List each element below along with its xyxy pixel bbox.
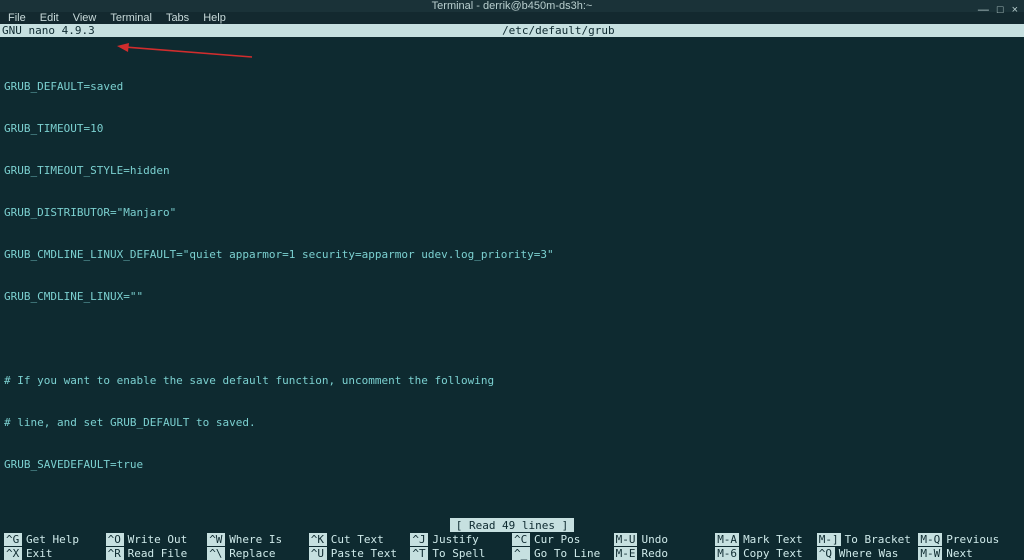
shortcut-key: M-U: [614, 533, 638, 546]
shortcut-label: Cur Pos: [534, 533, 580, 546]
shortcut-paste-text: ^U Paste Text: [309, 546, 411, 560]
shortcut-label: Get Help: [26, 533, 79, 546]
shortcut-where-is: ^W Where Is: [207, 532, 309, 546]
shortcut-key: ^W: [207, 533, 225, 546]
shortcut-key: M-6: [715, 547, 739, 560]
editor-line: GRUB_CMDLINE_LINUX_DEFAULT="quiet apparm…: [4, 248, 1020, 262]
shortcut-key: M-A: [715, 533, 739, 546]
nano-status-bar: [ Read 49 lines ]: [0, 518, 1024, 532]
shortcut-key: M-E: [614, 547, 638, 560]
shortcut-label: Write Out: [128, 533, 188, 546]
shortcut-label: Cut Text: [331, 533, 384, 546]
editor-area[interactable]: GRUB_DEFAULT=saved GRUB_TIMEOUT=10 GRUB_…: [0, 37, 1024, 518]
editor-line: GRUB_DISTRIBUTOR="Manjaro": [4, 206, 1020, 220]
editor-line: GRUB_DEFAULT=saved: [4, 80, 1020, 94]
menu-view[interactable]: View: [73, 12, 97, 24]
shortcut-exit: ^X Exit: [4, 546, 106, 560]
shortcut-label: Where Was: [839, 547, 899, 560]
menu-tabs[interactable]: Tabs: [166, 12, 189, 24]
shortcut-label: Redo: [641, 547, 668, 560]
maximize-button[interactable]: □: [997, 0, 1004, 20]
editor-line: # If you want to enable the save default…: [4, 374, 1020, 388]
shortcut-key: ^G: [4, 533, 22, 546]
shortcut-key: ^J: [410, 533, 428, 546]
editor-line: [4, 332, 1020, 346]
shortcut-key: ^C: [512, 533, 530, 546]
shortcut-replace: ^\ Replace: [207, 546, 309, 560]
editor-line: GRUB_TIMEOUT_STYLE=hidden: [4, 164, 1020, 178]
shortcut-label: To Spell: [432, 547, 485, 560]
shortcut-to-spell: ^T To Spell: [410, 546, 512, 560]
shortcut-get-help: ^G Get Help: [4, 532, 106, 546]
shortcut-label: Copy Text: [743, 547, 803, 560]
shortcut-justify: ^J Justify: [410, 532, 512, 546]
shortcut-cut-text: ^K Cut Text: [309, 532, 411, 546]
nano-status-text: [ Read 49 lines ]: [450, 518, 575, 532]
shortcut-key: M-]: [817, 533, 841, 546]
nano-shortcuts: ^G Get Help ^O Write Out ^W Where Is ^K Cut …: [0, 532, 1024, 560]
annotation-arrow-icon: [117, 43, 252, 61]
shortcut-label: Replace: [229, 547, 275, 560]
shortcut-key: ^O: [106, 533, 124, 546]
menu-help[interactable]: Help: [203, 12, 226, 24]
close-button[interactable]: ×: [1012, 0, 1018, 20]
shortcut-key: M-Q: [918, 533, 942, 546]
editor-line: GRUB_CMDLINE_LINUX="": [4, 290, 1020, 304]
shortcut-label: Mark Text: [743, 533, 803, 546]
shortcut-to-bracket: M-] To Bracket: [817, 532, 919, 546]
editor-line: GRUB_TIMEOUT=10: [4, 122, 1020, 136]
shortcut-label: Go To Line: [534, 547, 600, 560]
shortcut-mark-text: M-A Mark Text: [715, 532, 817, 546]
shortcut-label: Where Is: [229, 533, 282, 546]
shortcut-label: Read File: [128, 547, 188, 560]
window-title: Terminal - derrik@b450m-ds3h:~: [432, 0, 593, 12]
nano-filepath: /etc/default/grub: [95, 24, 1022, 37]
shortcut-label: Justify: [432, 533, 478, 546]
menu-bar: File Edit View Terminal Tabs Help: [0, 12, 1024, 24]
window-titlebar[interactable]: Terminal - derrik@b450m-ds3h:~ — □ ×: [0, 0, 1024, 12]
menu-file[interactable]: File: [8, 12, 26, 24]
shortcut-key: ^T: [410, 547, 428, 560]
shortcut-key: ^Q: [817, 547, 835, 560]
shortcut-label: Next: [946, 547, 973, 560]
shortcut-label: Paste Text: [331, 547, 397, 560]
menu-terminal[interactable]: Terminal: [110, 12, 152, 24]
shortcut-label: Previous: [946, 533, 999, 546]
shortcut-key: ^X: [4, 547, 22, 560]
shortcut-label: Exit: [26, 547, 53, 560]
shortcut-next: M-W Next: [918, 546, 1020, 560]
shortcut-copy-text: M-6 Copy Text: [715, 546, 817, 560]
shortcut-key: ^_: [512, 547, 530, 560]
editor-line: # line, and set GRUB_DEFAULT to saved.: [4, 416, 1020, 430]
shortcut-read-file: ^R Read File: [106, 546, 208, 560]
shortcut-go-to-line: ^_ Go To Line: [512, 546, 614, 560]
terminal-window: Terminal - derrik@b450m-ds3h:~ — □ × Fil…: [0, 0, 1024, 560]
shortcut-key: ^R: [106, 547, 124, 560]
shortcut-label: Undo: [641, 533, 668, 546]
minimize-button[interactable]: —: [978, 0, 989, 20]
editor-line: [4, 500, 1020, 514]
shortcut-write-out: ^O Write Out: [106, 532, 208, 546]
shortcut-previous: M-Q Previous: [918, 532, 1020, 546]
shortcut-label: To Bracket: [845, 533, 911, 546]
shortcut-redo: M-ERedo: [614, 546, 716, 560]
window-controls: — □ ×: [978, 0, 1018, 20]
shortcut-where-was: ^Q Where Was: [817, 546, 919, 560]
nano-version: GNU nano 4.9.3: [2, 24, 95, 37]
shortcut-undo: M-UUndo: [614, 532, 716, 546]
shortcut-key: ^U: [309, 547, 327, 560]
menu-edit[interactable]: Edit: [40, 12, 59, 24]
shortcut-cur-pos: ^C Cur Pos: [512, 532, 614, 546]
shortcut-key: ^\: [207, 547, 225, 560]
editor-line: GRUB_SAVEDEFAULT=true: [4, 458, 1020, 472]
nano-header: GNU nano 4.9.3 /etc/default/grub: [0, 24, 1024, 37]
shortcut-key: ^K: [309, 533, 327, 546]
shortcut-key: M-W: [918, 547, 942, 560]
